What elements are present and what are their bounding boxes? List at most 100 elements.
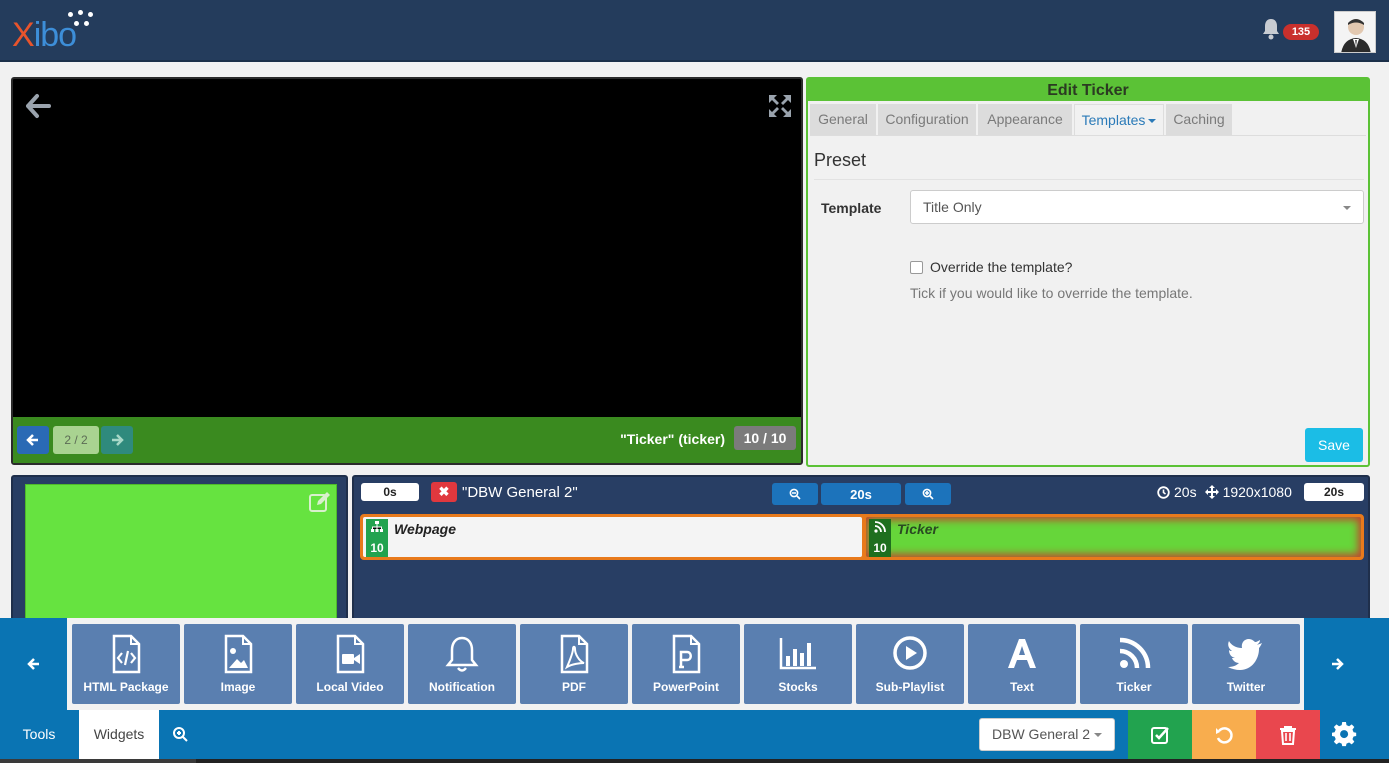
sitemap-icon [371,521,383,532]
toolbox-next-button[interactable] [1304,618,1370,710]
widget-name: Webpage [394,521,456,537]
preview-next-button[interactable] [101,426,133,454]
edit-ticker-panel: Edit Ticker General Configuration Appear… [806,77,1370,467]
tab-configuration[interactable]: Configuration [878,104,976,136]
widget-duration: 10 [370,541,384,555]
region-thumbnail[interactable] [25,484,337,626]
tab-general[interactable]: General [810,104,876,136]
pdf-icon [560,634,589,674]
bottom-toolbar: Tools Widgets DBW General 2 [0,710,1389,759]
back-arrow-icon[interactable] [25,93,51,119]
tab-divider [810,135,1366,136]
arrow-right-icon [112,434,124,446]
template-select[interactable]: Title Only [910,190,1364,224]
override-template-checkbox[interactable] [910,261,923,274]
tool-label: HTML Package [83,680,169,694]
widget-webpage[interactable]: 10 Webpage [363,517,862,557]
dropdown-caret-icon [1094,733,1102,737]
arrow-right-icon [1332,658,1344,670]
close-icon: ✖ [438,484,450,499]
tool-label: Twitter [1226,680,1266,694]
caret-down-icon [1148,119,1157,124]
region-duration: 20s [1174,484,1197,500]
tool-image[interactable]: Image [184,624,292,704]
tool-ticker[interactable]: Ticker [1080,624,1188,704]
widget-name: Ticker [897,521,938,537]
arrow-left-icon [26,434,38,446]
zoom-in-button[interactable] [905,483,951,505]
tool-sub-playlist[interactable]: Sub-Playlist [856,624,964,704]
layout-preview: 2 / 2 "Ticker" (ticker) 10 / 10 [11,77,803,465]
dropdown-caret-icon [1343,206,1351,210]
tool-pdf[interactable]: PDF [520,624,628,704]
tool-stocks[interactable]: Stocks [744,624,852,704]
tool-label: Stocks [778,680,818,694]
settings-button[interactable] [1320,710,1370,759]
tool-twitter[interactable]: Twitter [1192,624,1300,704]
top-navbar: Xibo 135 [0,0,1389,62]
clock-icon [1157,485,1170,499]
override-template-label[interactable]: Override the template? [930,259,1072,275]
tab-templates-label: Templates [1081,112,1146,128]
search-zoom-icon[interactable] [170,724,192,746]
move-icon [1204,485,1219,499]
layout-select-value: DBW General 2 [992,726,1091,742]
edit-panel-title: Edit Ticker [808,79,1368,101]
tab-caching[interactable]: Caching [1166,104,1232,136]
preview-widget-count: 10 / 10 [734,426,796,450]
close-region-button[interactable]: ✖ [431,482,457,502]
tool-html-package[interactable]: HTML Package [72,624,180,704]
widget-ticker[interactable]: 10 Ticker [866,517,1361,557]
zoom-out-button[interactable] [772,483,818,505]
local-video-icon [336,634,365,674]
zoom-level[interactable]: 20s [821,483,901,505]
tab-templates[interactable]: Templates [1074,104,1164,136]
toolbox-prev-button[interactable] [0,618,67,710]
preview-navigation-bar: 2 / 2 "Ticker" (ticker) 10 / 10 [13,417,801,463]
zoom-in-icon [922,488,934,500]
html-package-icon [112,634,141,674]
notification-count-badge: 135 [1283,24,1319,40]
tab-widgets[interactable]: Widgets [79,710,159,759]
layout-select[interactable]: DBW General 2 [979,718,1115,751]
tool-label: Sub-Playlist [875,680,945,694]
region-timeline-track: 10 Webpage 10 Ticker [360,514,1364,560]
preview-prev-button[interactable] [17,426,49,454]
region-resolution: 1920x1080 [1222,484,1292,500]
tool-label: Image [220,680,256,694]
notification-bell-icon[interactable] [1261,18,1281,40]
tool-local-video[interactable]: Local Video [296,624,404,704]
timeline-end-time: 20s [1304,483,1364,501]
tool-notification[interactable]: Notification [408,624,516,704]
tool-text[interactable]: Text [968,624,1076,704]
tab-tools[interactable]: Tools [0,710,78,759]
trash-icon [1280,725,1296,745]
user-avatar[interactable] [1334,11,1376,53]
widget-toolbox: HTML Package Image Local Video Notificat… [0,618,1389,710]
gear-icon [1332,721,1357,746]
region-info: 20s 1920x1080 [1157,484,1292,500]
widget-tag: 10 [366,519,388,557]
bottom-strip [0,759,1389,763]
preview-page-indicator: 2 / 2 [53,426,99,454]
xibo-logo[interactable]: Xibo [12,10,102,54]
tool-label: Text [1010,680,1034,694]
widget-duration: 10 [873,541,887,555]
revert-button[interactable] [1192,710,1256,759]
rss-icon [874,521,886,533]
fullscreen-icon[interactable] [767,93,793,119]
check-square-icon [1151,726,1169,744]
twitter-icon [1228,639,1262,670]
arrow-left-icon [26,658,39,670]
zoom-out-icon [789,488,801,500]
publish-button[interactable] [1128,710,1192,759]
edit-region-icon[interactable] [309,491,331,513]
delete-button[interactable] [1256,710,1320,759]
tool-powerpoint[interactable]: PowerPoint [632,624,740,704]
tool-label: PowerPoint [652,680,719,694]
save-button[interactable]: Save [1305,428,1363,462]
preview-widget-name: "Ticker" (ticker) [620,431,725,447]
tool-label: PDF [562,680,586,694]
template-label: Template [821,200,882,216]
tab-appearance[interactable]: Appearance [978,104,1072,136]
